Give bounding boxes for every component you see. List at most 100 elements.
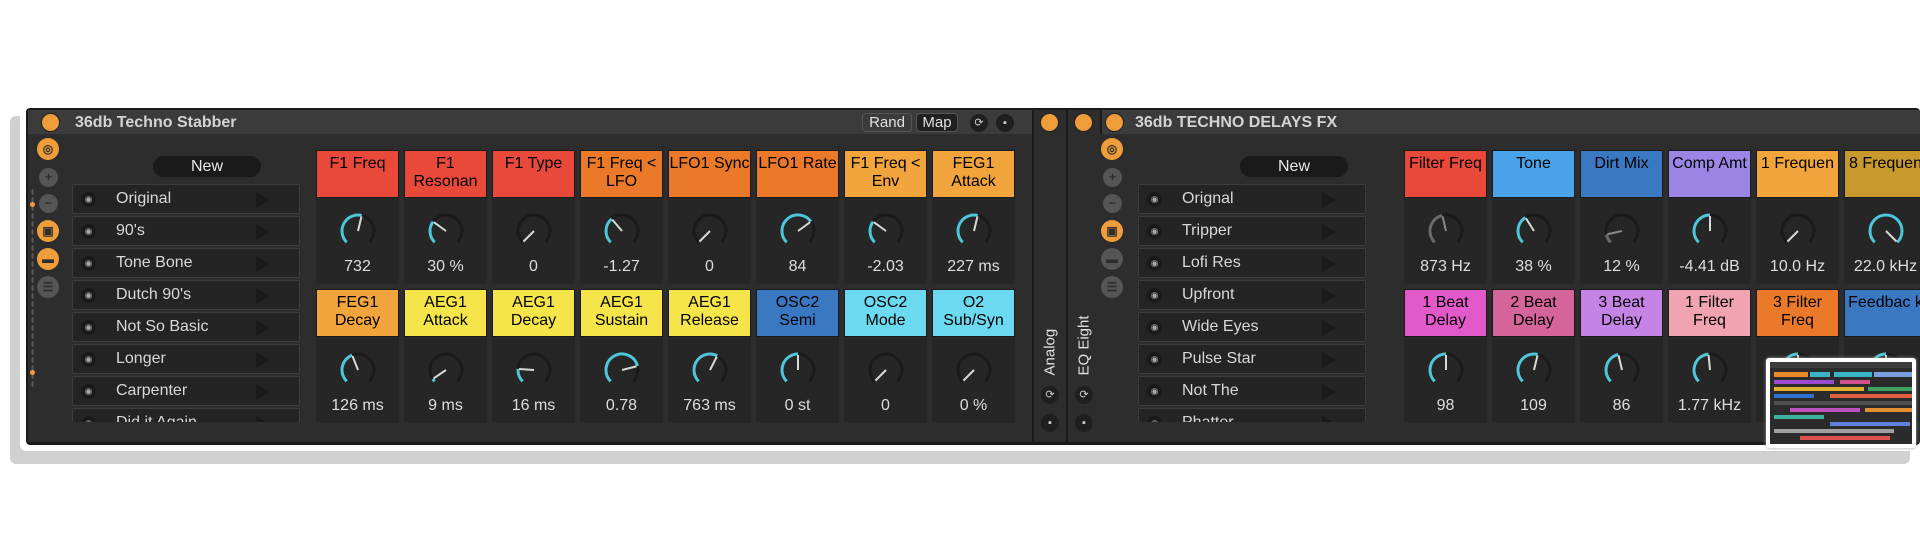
macro-knob[interactable] [1425, 349, 1467, 391]
chain-icon[interactable]: ▬ [37, 248, 59, 270]
variation-item[interactable]: ◉Phatter [1138, 408, 1368, 422]
macro-control[interactable]: LFO1 Sync 0 [668, 150, 751, 284]
variation-item[interactable]: ◉ Not So Basic [72, 312, 302, 344]
macro-label[interactable]: AEG1 Decay [492, 289, 575, 337]
save-icon[interactable]: ▪ [1041, 414, 1059, 432]
macro-label[interactable]: 8 Frequen [1844, 150, 1920, 198]
new-variation-button[interactable]: New [153, 156, 261, 177]
camera-icon[interactable]: ▣ [1101, 220, 1123, 242]
play-icon[interactable] [1322, 416, 1336, 422]
save-icon[interactable]: ▪ [996, 114, 1014, 132]
macro-label[interactable]: F1 Type [492, 150, 575, 198]
macro-label[interactable]: AEG1 Sustain [580, 289, 663, 337]
macro-control[interactable]: Tone 38 % [1492, 150, 1575, 284]
camera-icon[interactable]: ◉ [81, 320, 96, 335]
refresh-icon[interactable]: ⟳ [1075, 386, 1093, 404]
refresh-icon[interactable]: ⟳ [970, 114, 988, 132]
macro-control[interactable]: 1 Beat Delay 98 [1404, 289, 1487, 423]
macro-knob[interactable] [953, 210, 995, 252]
macro-label[interactable]: FEG1 Attack [932, 150, 1015, 198]
camera-icon[interactable]: ◉ [1147, 256, 1162, 271]
variation-item[interactable]: ◉Did it Again [72, 408, 302, 422]
macro-knob[interactable] [337, 210, 379, 252]
macro-control[interactable]: Filter Freq 873 Hz [1404, 150, 1487, 284]
macro-label[interactable]: 1 Filter Freq [1668, 289, 1751, 337]
play-icon[interactable] [1322, 288, 1336, 304]
macro-label[interactable]: LFO1 Sync [668, 150, 751, 198]
macro-variations-icon[interactable]: ◎ [37, 138, 59, 160]
macro-label[interactable]: Feedbac k [1844, 289, 1920, 337]
camera-icon[interactable]: ◉ [81, 256, 96, 271]
macro-knob[interactable] [1425, 210, 1467, 252]
rand-button[interactable]: Rand [862, 113, 912, 132]
macro-control[interactable]: AEG1 Release 763 ms [668, 289, 751, 423]
refresh-icon[interactable]: ⟳ [1041, 386, 1059, 404]
play-icon[interactable] [256, 288, 270, 304]
device-power-button[interactable] [41, 113, 60, 132]
macro-control[interactable]: LFO1 Rate 84 [756, 150, 839, 284]
macro-knob[interactable] [513, 210, 555, 252]
macro-label[interactable]: 3 Beat Delay [1580, 289, 1663, 337]
camera-icon[interactable]: ◉ [81, 288, 96, 303]
chain-icon[interactable]: ▬ [1101, 248, 1123, 270]
macro-knob[interactable] [777, 210, 819, 252]
macro-knob[interactable] [513, 349, 555, 391]
macro-control[interactable]: 8 Frequen 22.0 kHz [1844, 150, 1920, 284]
new-variation-button[interactable]: New [1240, 156, 1348, 177]
macro-control[interactable]: Dirt Mix 12 % [1580, 150, 1663, 284]
variation-item[interactable]: ◉ Tripper [1138, 216, 1368, 248]
variation-item[interactable]: ◉ Pulse Star [1138, 344, 1368, 376]
macro-label[interactable]: OSC2 Mode [844, 289, 927, 337]
macro-knob[interactable] [1513, 210, 1555, 252]
device-title-bar[interactable]: 36db TECHNO DELAYS FX [1102, 110, 1920, 134]
camera-icon[interactable]: ◉ [81, 352, 96, 367]
camera-icon[interactable]: ◉ [1147, 384, 1162, 399]
play-icon[interactable] [1322, 256, 1336, 272]
variation-item[interactable]: ◉ Not The [1138, 376, 1368, 408]
camera-icon[interactable]: ◉ [1147, 320, 1162, 335]
camera-icon[interactable]: ◉ [1147, 224, 1162, 239]
macro-control[interactable]: Comp Amt -4.41 dB [1668, 150, 1751, 284]
macro-label[interactable]: Dirt Mix [1580, 150, 1663, 198]
play-icon[interactable] [256, 192, 270, 208]
play-icon[interactable] [1322, 352, 1336, 368]
macro-label[interactable]: Comp Amt [1668, 150, 1751, 198]
macro-control[interactable]: F1 Freq < LFO -1.27 [580, 150, 663, 284]
macro-control[interactable]: 2 Beat Delay 109 [1492, 289, 1575, 423]
play-icon[interactable] [1322, 192, 1336, 208]
macro-label[interactable]: AEG1 Release [668, 289, 751, 337]
play-icon[interactable] [256, 224, 270, 240]
macro-label[interactable]: 1 Beat Delay [1404, 289, 1487, 337]
macro-control[interactable]: AEG1 Sustain 0.78 [580, 289, 663, 423]
macro-label[interactable]: F1 Resonan [404, 150, 487, 198]
macro-knob[interactable] [601, 349, 643, 391]
macro-control[interactable]: O2 Sub/Syn 0 % [932, 289, 1015, 423]
macro-control[interactable]: FEG1 Decay 126 ms [316, 289, 399, 423]
variation-item[interactable]: ◉ Orignal [1138, 184, 1368, 216]
play-icon[interactable] [256, 320, 270, 336]
add-icon[interactable]: + [1103, 168, 1122, 187]
macro-knob[interactable] [1865, 210, 1907, 252]
macro-control[interactable]: 1 Frequen 10.0 Hz [1756, 150, 1839, 284]
variation-item[interactable]: ◉ Wide Eyes [1138, 312, 1368, 344]
macro-knob[interactable] [1777, 210, 1819, 252]
device-power-button[interactable] [1074, 113, 1093, 132]
macro-control[interactable]: FEG1 Attack 227 ms [932, 150, 1015, 284]
remove-icon[interactable]: − [1103, 194, 1122, 213]
macro-variations-icon[interactable]: ◎ [1101, 138, 1123, 160]
macro-label[interactable]: AEG1 Attack [404, 289, 487, 337]
macro-knob[interactable] [777, 349, 819, 391]
play-icon[interactable] [1322, 320, 1336, 336]
remove-icon[interactable]: − [39, 194, 58, 213]
macro-control[interactable]: F1 Type 0 [492, 150, 575, 284]
macro-control[interactable]: 3 Beat Delay 86 [1580, 289, 1663, 423]
macro-knob[interactable] [1601, 210, 1643, 252]
macro-label[interactable]: F1 Freq < Env [844, 150, 927, 198]
camera-icon[interactable]: ◉ [81, 192, 96, 207]
play-icon[interactable] [256, 416, 270, 422]
macro-control[interactable]: AEG1 Decay 16 ms [492, 289, 575, 423]
variation-item[interactable]: ◉ Tone Bone [72, 248, 302, 280]
variation-item[interactable]: ◉ Longer [72, 344, 302, 376]
macro-knob[interactable] [865, 349, 907, 391]
macro-knob[interactable] [1689, 349, 1731, 391]
